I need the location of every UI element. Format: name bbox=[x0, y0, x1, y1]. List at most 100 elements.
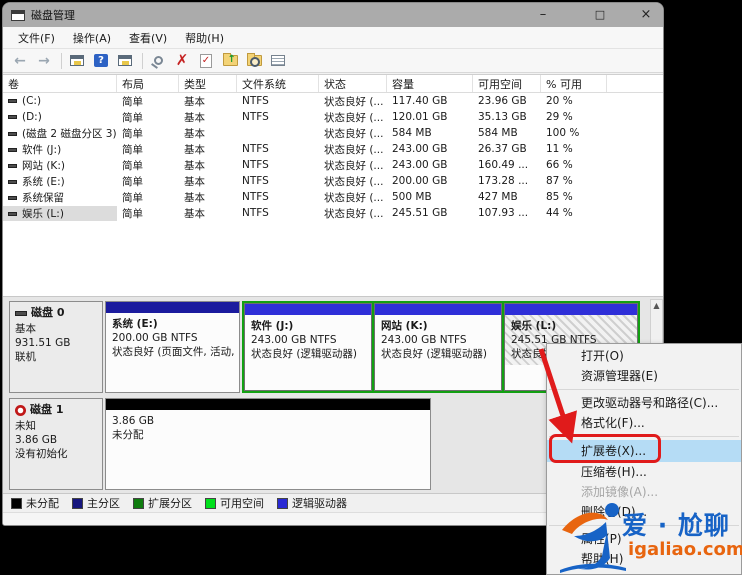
partition-unallocated[interactable]: 3.86 GB 未分配 bbox=[105, 398, 431, 490]
partition-status: 未分配 bbox=[112, 429, 144, 441]
partition-name: 系统 (E:) bbox=[112, 318, 158, 330]
cell-type: 基本 bbox=[184, 143, 205, 156]
cell-capacity: 200.00 GB bbox=[392, 175, 448, 187]
maximize-button[interactable]: □ bbox=[585, 3, 615, 27]
column-header-status[interactable]: 状态 bbox=[319, 75, 387, 92]
column-header-free[interactable]: 可用空间 bbox=[473, 75, 541, 92]
column-header-layout[interactable]: 布局 bbox=[117, 75, 179, 92]
column-header-pct[interactable]: % 可用 bbox=[541, 75, 607, 92]
cell-fs: NTFS bbox=[242, 95, 269, 107]
partition-status: 状态良好 (逻辑驱动器) bbox=[381, 348, 488, 360]
disk0-type: 基本 bbox=[15, 323, 36, 335]
table-row[interactable]: 软件 (J:) 简单 基本 NTFS 状态良好 (... 243.00 GB 26.37 G… bbox=[3, 141, 663, 157]
console-window-icon[interactable] bbox=[66, 51, 88, 70]
disk-error-icon bbox=[15, 404, 26, 416]
cell-type: 基本 bbox=[184, 207, 205, 220]
disk1-info[interactable]: 磁盘 1 未知 3.86 GB 没有初始化 bbox=[9, 398, 103, 490]
close-button[interactable]: × bbox=[631, 3, 661, 27]
cell-fs: NTFS bbox=[242, 175, 269, 187]
cell-volume: 软件 (J:) bbox=[3, 142, 117, 157]
partition-name: 软件 (J:) bbox=[251, 320, 294, 332]
table-row[interactable]: (C:) 简单 基本 NTFS 状态良好 (... 117.40 GB 23.96 GB 20… bbox=[3, 93, 663, 109]
partition-name: 娱乐 (L:) bbox=[511, 320, 557, 332]
minimize-button[interactable]: – bbox=[528, 3, 558, 27]
partition-system-e[interactable]: 系统 (E:) 200.00 GB NTFS 状态良好 (页面文件, 活动, bbox=[105, 301, 240, 393]
cell-free: 584 MB bbox=[478, 127, 518, 139]
cell-layout: 简单 bbox=[122, 175, 143, 188]
cell-type: 基本 bbox=[184, 159, 205, 172]
menu-item[interactable]: 帮助(H) bbox=[176, 27, 233, 49]
table-row[interactable]: 系统保留 简单 基本 NTFS 状态良好 (... 500 MB 427 MB 85 % bbox=[3, 189, 663, 205]
partition-status: 状态良好 (页面文件, 活动, bbox=[112, 346, 235, 358]
cell-volume: (磁盘 2 磁盘分区 3) bbox=[3, 126, 117, 141]
scroll-up-icon[interactable]: ▲ bbox=[653, 301, 659, 310]
delete-icon[interactable]: ✗ bbox=[171, 51, 193, 70]
partition-size: 3.86 GB bbox=[112, 415, 155, 427]
context-menu-item[interactable]: 帮助(H) bbox=[547, 549, 741, 569]
table-row[interactable]: (磁盘 2 磁盘分区 3) 简单 基本 状态良好 (... 584 MB 584 MB 10… bbox=[3, 125, 663, 141]
help-icon[interactable]: ? bbox=[90, 51, 112, 70]
context-menu-item[interactable]: 更改驱动器号和路径(C)... bbox=[547, 393, 741, 413]
inspect-icon[interactable] bbox=[147, 51, 169, 70]
column-header-fs[interactable]: 文件系统 bbox=[237, 75, 319, 92]
cell-free: 26.37 GB bbox=[478, 143, 527, 155]
cell-pct: 44 % bbox=[546, 207, 573, 219]
cell-layout: 简单 bbox=[122, 95, 143, 108]
context-menu-item[interactable]: 资源管理器(E) bbox=[547, 366, 741, 386]
table-row[interactable]: 娱乐 (L:) 简单 基本 NTFS 状态良好 (... 245.51 GB 107.93 … bbox=[3, 205, 663, 221]
cell-volume: 系统 (E:) bbox=[3, 174, 117, 189]
toolbar-separator bbox=[61, 52, 62, 69]
back-icon[interactable]: ← bbox=[9, 51, 31, 70]
partition-website-k[interactable]: 网站 (K:) 243.00 GB NTFS 状态良好 (逻辑驱动器) bbox=[374, 303, 502, 391]
table-row[interactable]: 网站 (K:) 简单 基本 NTFS 状态良好 (... 243.00 GB 160.49 … bbox=[3, 157, 663, 173]
cell-status: 状态良好 (... bbox=[324, 95, 384, 108]
disk1-status: 没有初始化 bbox=[15, 448, 68, 460]
column-header-type[interactable]: 类型 bbox=[179, 75, 237, 92]
forward-icon[interactable]: → bbox=[33, 51, 55, 70]
folder-search-icon[interactable] bbox=[243, 51, 265, 70]
partition-software-j[interactable]: 软件 (J:) 243.00 GB NTFS 状态良好 (逻辑驱动器) bbox=[244, 303, 372, 391]
context-menu-item[interactable]: 格式化(F)... bbox=[547, 413, 741, 433]
folder-up-icon[interactable] bbox=[219, 51, 241, 70]
legend-item: 逻辑驱动器 bbox=[277, 495, 347, 511]
disk0-info[interactable]: 磁盘 0 基本 931.51 GB 联机 bbox=[9, 301, 103, 393]
properties-icon[interactable] bbox=[267, 51, 289, 70]
toolbar: ← → ? ✗ ✓ bbox=[3, 49, 663, 73]
legend-item: 可用空间 bbox=[205, 495, 264, 511]
legend-label: 逻辑驱动器 bbox=[292, 497, 347, 510]
volume-icon bbox=[8, 115, 17, 119]
window-icon[interactable] bbox=[114, 51, 136, 70]
cell-layout: 简单 bbox=[122, 207, 143, 220]
cell-fs: NTFS bbox=[242, 207, 269, 219]
cell-capacity: 245.51 GB bbox=[392, 207, 448, 219]
context-menu-item[interactable]: 打开(O) bbox=[547, 346, 741, 366]
column-header-filler bbox=[607, 75, 663, 92]
screenshot-root: 磁盘管理 – □ × 文件(F) 操作(A) 查看(V) 帮助(H) ← → ? ✗ … bbox=[0, 0, 742, 575]
column-header-capacity[interactable]: 容量 bbox=[387, 75, 473, 92]
title-bar[interactable]: 磁盘管理 – □ × bbox=[3, 3, 663, 27]
context-menu-item[interactable]: 属性(P) bbox=[547, 529, 741, 549]
legend-swatch bbox=[205, 497, 216, 509]
column-header-volume[interactable]: 卷 bbox=[3, 75, 117, 92]
menu-item[interactable]: 文件(F) bbox=[9, 27, 64, 49]
cell-type: 基本 bbox=[184, 191, 205, 204]
menu-separator bbox=[549, 525, 739, 526]
menu-item[interactable]: 操作(A) bbox=[64, 27, 120, 49]
menu-separator bbox=[549, 436, 739, 437]
partition-size: 200.00 GB NTFS bbox=[112, 332, 198, 344]
table-row[interactable]: 系统 (E:) 简单 基本 NTFS 状态良好 (... 200.00 GB 173.28 … bbox=[3, 173, 663, 189]
partition-name: 网站 (K:) bbox=[381, 320, 428, 332]
unallocated-partition-bar bbox=[106, 399, 430, 410]
context-menu-item[interactable]: 压缩卷(H)... bbox=[547, 462, 741, 482]
volume-icon bbox=[8, 99, 17, 103]
table-row[interactable]: (D:) 简单 基本 NTFS 状态良好 (... 120.01 GB 35.13 GB 29… bbox=[3, 109, 663, 125]
logical-partition-bar bbox=[505, 304, 637, 315]
menu-item[interactable]: 查看(V) bbox=[120, 27, 176, 49]
context-menu-item[interactable]: 扩展卷(X)... bbox=[547, 440, 741, 462]
cell-capacity: 120.01 GB bbox=[392, 111, 448, 123]
checklist-icon[interactable]: ✓ bbox=[195, 51, 217, 70]
cell-fs: NTFS bbox=[242, 111, 269, 123]
app-icon bbox=[11, 9, 25, 21]
context-menu-item[interactable]: 删除卷(D)... bbox=[547, 502, 741, 522]
cell-layout: 简单 bbox=[122, 191, 143, 204]
